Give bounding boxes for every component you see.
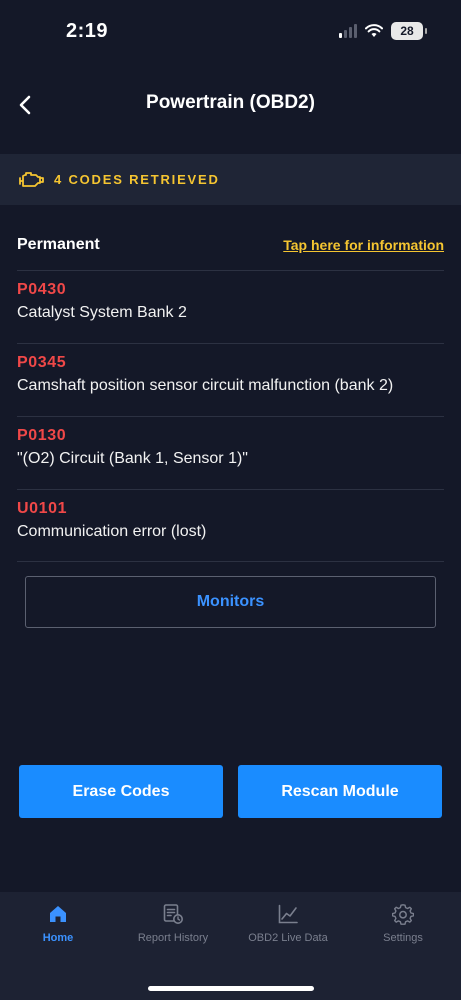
code-id: U0101 bbox=[17, 500, 68, 517]
codes-list: P0430 Catalyst System Bank 2 P0345 Camsh… bbox=[17, 270, 444, 562]
code-item: P0430 Catalyst System Bank 2 bbox=[17, 270, 444, 343]
signal-icon bbox=[339, 24, 357, 38]
chart-icon bbox=[278, 904, 298, 924]
code-item: P0345 Camshaft position sensor circuit m… bbox=[17, 343, 444, 416]
code-description: "(O2) Circuit (Bank 1, Sensor 1)" bbox=[17, 450, 248, 467]
tab-label: Home bbox=[42, 932, 74, 944]
tab-label: Report History bbox=[137, 932, 209, 944]
page-title: Powertrain (OBD2) bbox=[146, 92, 315, 113]
code-description: Camshaft position sensor circuit malfunc… bbox=[17, 377, 394, 394]
section-header: Permanent Tap here for information bbox=[17, 230, 444, 260]
header: Powertrain (OBD2) bbox=[0, 78, 461, 132]
code-item: P0130 "(O2) Circuit (Bank 1, Sensor 1)" bbox=[17, 416, 444, 489]
monitors-button[interactable]: Monitors bbox=[25, 576, 436, 628]
code-id: P0345 bbox=[17, 354, 67, 371]
home-indicator bbox=[148, 986, 314, 991]
battery-indicator: 28 bbox=[391, 22, 427, 40]
codes-count-text: 4 CODES RETRIEVED bbox=[54, 172, 220, 187]
home-icon bbox=[50, 906, 66, 922]
code-description: Communication error (lost) bbox=[17, 523, 207, 540]
tab-label: Settings bbox=[383, 932, 423, 944]
status-bar: 2:19 28 bbox=[0, 0, 461, 60]
code-id: P0430 bbox=[17, 281, 67, 298]
code-description: Catalyst System Bank 2 bbox=[17, 304, 187, 321]
tab-home[interactable]: Home bbox=[28, 892, 88, 962]
tab-label: OBD2 Live Data bbox=[248, 932, 328, 944]
erase-codes-button[interactable]: Erase Codes bbox=[19, 765, 223, 818]
tab-report-history[interactable]: Report History bbox=[128, 892, 218, 962]
code-id: P0130 bbox=[17, 427, 67, 444]
tab-obd2-live-data[interactable]: OBD2 Live Data bbox=[240, 892, 336, 962]
gear-icon bbox=[392, 904, 414, 925]
codes-banner: 4 CODES RETRIEVED bbox=[0, 154, 461, 205]
report-icon bbox=[163, 904, 183, 924]
status-time: 2:19 bbox=[66, 20, 109, 42]
bottom-tab-bar: Home Report History OBD2 Live Data Setti… bbox=[0, 892, 461, 1000]
info-link[interactable]: Tap here for information bbox=[283, 237, 444, 253]
status-icons: 28 bbox=[339, 22, 427, 40]
code-item: U0101 Communication error (lost) bbox=[17, 489, 444, 562]
tab-settings[interactable]: Settings bbox=[373, 892, 433, 962]
section-label: Permanent bbox=[17, 236, 100, 253]
wifi-icon bbox=[365, 24, 383, 37]
engine-icon bbox=[19, 171, 44, 187]
rescan-module-button[interactable]: Rescan Module bbox=[238, 765, 442, 818]
